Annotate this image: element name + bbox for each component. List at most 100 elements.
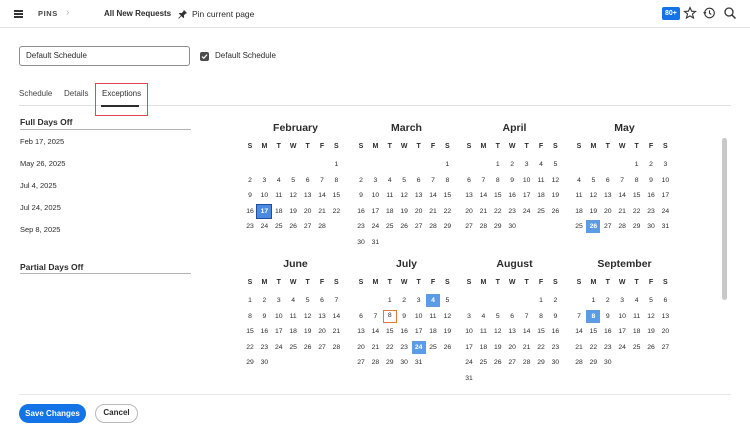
calendar-day[interactable]: 24: [368, 220, 382, 233]
calendar-day[interactable]: 30: [644, 220, 658, 233]
calendar-day[interactable]: 10: [615, 310, 629, 323]
calendar-day[interactable]: 2: [548, 294, 562, 307]
calendar-day[interactable]: 20: [658, 325, 672, 338]
calendar-day[interactable]: 6: [601, 174, 615, 187]
calendar-day[interactable]: 6: [315, 294, 329, 307]
calendar-day[interactable]: 24: [257, 220, 271, 233]
calendar-day[interactable]: 2: [505, 158, 519, 171]
calendar-day[interactable]: 21: [615, 205, 629, 218]
calendar-day[interactable]: 4: [630, 294, 644, 307]
calendar-day[interactable]: 11: [286, 310, 300, 323]
calendar-day[interactable]: 18: [426, 325, 440, 338]
calendar-day[interactable]: 9: [644, 174, 658, 187]
calendar-day[interactable]: 30: [601, 356, 615, 369]
calendar-day[interactable]: 3: [412, 294, 426, 307]
calendar-day[interactable]: 26: [301, 341, 315, 354]
calendar-day[interactable]: 15: [630, 189, 644, 202]
calendar-day[interactable]: 3: [462, 310, 476, 323]
calendar-day[interactable]: 16: [354, 205, 368, 218]
calendar-day[interactable]: 23: [257, 341, 271, 354]
calendar-day[interactable]: 30: [354, 236, 368, 249]
calendar-day[interactable]: 29: [243, 356, 257, 369]
calendar-day[interactable]: 14: [476, 189, 490, 202]
calendar-day[interactable]: 30: [505, 220, 519, 233]
calendar-day[interactable]: 14: [315, 189, 329, 202]
calendar-day[interactable]: 20: [354, 341, 368, 354]
calendar-day[interactable]: 25: [286, 341, 300, 354]
calendar-day[interactable]: 14: [520, 325, 534, 338]
calendar-day[interactable]: 16: [505, 189, 519, 202]
search-icon[interactable]: [723, 6, 737, 20]
calendar-day[interactable]: 28: [572, 356, 586, 369]
calendar-day[interactable]: 26: [548, 205, 562, 218]
calendar-day[interactable]: 6: [658, 294, 672, 307]
calendar-day[interactable]: 11: [426, 310, 440, 323]
calendar-day[interactable]: 13: [301, 189, 315, 202]
calendar-day[interactable]: 24: [272, 341, 286, 354]
calendar-day[interactable]: 1: [243, 294, 257, 307]
calendar-day[interactable]: 19: [397, 205, 411, 218]
calendar-day[interactable]: 24: [658, 205, 672, 218]
calendar-day[interactable]: 5: [397, 174, 411, 187]
tab-details[interactable]: Details: [64, 89, 88, 98]
calendar-day[interactable]: 27: [301, 220, 315, 233]
calendar-day[interactable]: 29: [630, 220, 644, 233]
calendar-day[interactable]: 28: [426, 220, 440, 233]
calendar-day[interactable]: 7: [615, 174, 629, 187]
calendar-day[interactable]: 10: [272, 310, 286, 323]
calendar-day[interactable]: 4: [383, 174, 397, 187]
save-changes-button[interactable]: Save Changes: [19, 404, 86, 423]
calendar-day[interactable]: 22: [534, 341, 548, 354]
calendar-day[interactable]: 7: [520, 310, 534, 323]
calendar-day[interactable]: 28: [520, 356, 534, 369]
calendar-day[interactable]: 18: [534, 189, 548, 202]
calendar-day[interactable]: 19: [548, 189, 562, 202]
calendar-day[interactable]: 11: [383, 189, 397, 202]
calendar-day[interactable]: 26: [440, 341, 454, 354]
pin-current-page-button[interactable]: Pin current page: [177, 6, 257, 22]
calendar-day[interactable]: 15: [534, 325, 548, 338]
calendar-day[interactable]: 1: [329, 158, 343, 171]
full-day-off-item[interactable]: May 26, 2025: [20, 159, 65, 168]
calendar-day[interactable]: 16: [257, 325, 271, 338]
calendar-day[interactable]: 23: [505, 205, 519, 218]
calendar-day[interactable]: 7: [329, 294, 343, 307]
calendar-day[interactable]: 12: [397, 189, 411, 202]
tab-schedule[interactable]: Schedule: [19, 89, 52, 98]
calendar-day[interactable]: 9: [257, 310, 271, 323]
calendar-day[interactable]: 21: [520, 341, 534, 354]
calendar-day[interactable]: 13: [505, 325, 519, 338]
calendar-day[interactable]: 24: [615, 341, 629, 354]
calendar-day[interactable]: 9: [243, 189, 257, 202]
calendar-day[interactable]: 25: [426, 341, 440, 354]
calendar-day[interactable]: 2: [397, 294, 411, 307]
calendar-day[interactable]: 9: [548, 310, 562, 323]
calendar-day[interactable]: 30: [548, 356, 562, 369]
calendar-day[interactable]: 12: [586, 189, 600, 202]
calendar-day[interactable]: 18: [286, 325, 300, 338]
calendar-day[interactable]: 18: [630, 325, 644, 338]
calendar-day[interactable]: 27: [354, 356, 368, 369]
calendar-day[interactable]: 5: [301, 294, 315, 307]
calendar-day[interactable]: 21: [426, 205, 440, 218]
calendar-day[interactable]: 8: [630, 174, 644, 187]
calendar-day[interactable]: 10: [520, 174, 534, 187]
calendar-day[interactable]: 13: [462, 189, 476, 202]
calendar-day[interactable]: 28: [315, 220, 329, 233]
calendar-day[interactable]: 29: [534, 356, 548, 369]
calendar-day[interactable]: 3: [615, 294, 629, 307]
calendar-day[interactable]: 17: [368, 205, 382, 218]
calendar-day[interactable]: 16: [548, 325, 562, 338]
calendar-day[interactable]: 13: [412, 189, 426, 202]
calendar-day[interactable]: 13: [658, 310, 672, 323]
calendar-day[interactable]: 10: [658, 174, 672, 187]
calendar-day[interactable]: 9: [354, 189, 368, 202]
calendar-day[interactable]: 15: [586, 325, 600, 338]
calendar-day[interactable]: 28: [476, 220, 490, 233]
calendar-day[interactable]: 28: [615, 220, 629, 233]
calendar-day[interactable]: 23: [548, 341, 562, 354]
calendar-day[interactable]: 15: [243, 325, 257, 338]
calendar-day[interactable]: 11: [572, 189, 586, 202]
calendar-day[interactable]: 1: [383, 294, 397, 307]
calendar-day[interactable]: 10: [368, 189, 382, 202]
